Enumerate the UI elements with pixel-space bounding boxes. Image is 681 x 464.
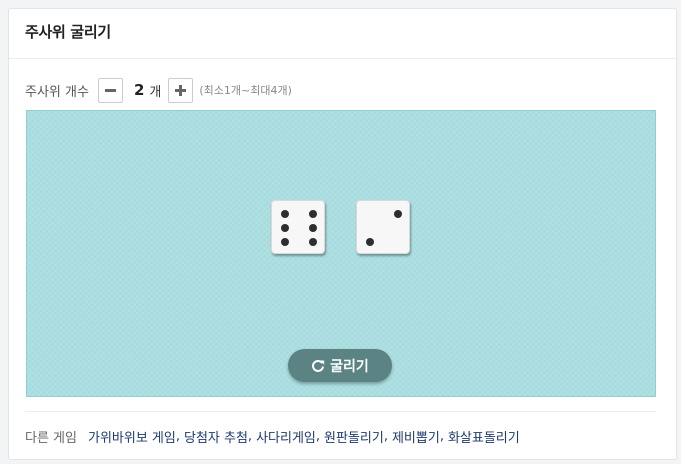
game-link-draw-lots[interactable]: 제비뽑기 [392,427,440,446]
increment-button[interactable] [168,77,194,103]
die-pip [394,210,402,218]
die-pip [309,224,317,232]
card-title: 주사위 굴리기 [25,23,111,41]
dice-count-label: 주사위 개수 [25,84,89,100]
die-pip [281,238,289,246]
title-divider [9,58,676,59]
die-pip [309,210,317,218]
dice-count-unit: 개 [149,84,162,100]
die-pip [309,238,317,246]
refresh-icon [312,359,325,372]
plus-icon [175,84,187,96]
dice-board: 굴리기 [26,110,656,397]
roll-button[interactable]: 굴리기 [288,349,392,382]
other-games-row: 다른 게임 가위바위보 게임, 당첨자 추첨, 사다리게임, 원판돌리기, 제비… [25,427,520,446]
decrement-button[interactable] [97,77,123,103]
other-games-label: 다른 게임 [25,431,77,446]
die-pip [281,224,289,232]
dice-count-control: 주사위 개수 2 개 (최소1개~최대4개) [25,77,292,103]
game-link-roulette[interactable]: 원판돌리기 [324,427,384,446]
game-link-arrow-spinner[interactable]: 화살표돌리기 [448,427,520,446]
game-link-lottery[interactable]: 당첨자 추첨 [184,427,248,446]
die-pip [281,210,289,218]
roll-button-label: 굴리기 [330,358,369,375]
game-link-ladder[interactable]: 사다리게임 [256,427,316,446]
dice-count-value: 2 [133,81,145,99]
die-1 [271,200,325,254]
dice-roller-card: 주사위 굴리기 주사위 개수 2 개 (최소1개~최대4개) 굴리기 다른 게임… [8,8,677,460]
minus-icon [104,88,116,92]
die-2 [356,200,410,254]
game-link-rps[interactable]: 가위바위보 게임 [88,427,176,446]
die-pip [366,238,374,246]
dice-count-hint: (최소1개~최대4개) [199,84,292,97]
bottom-divider [25,411,656,412]
